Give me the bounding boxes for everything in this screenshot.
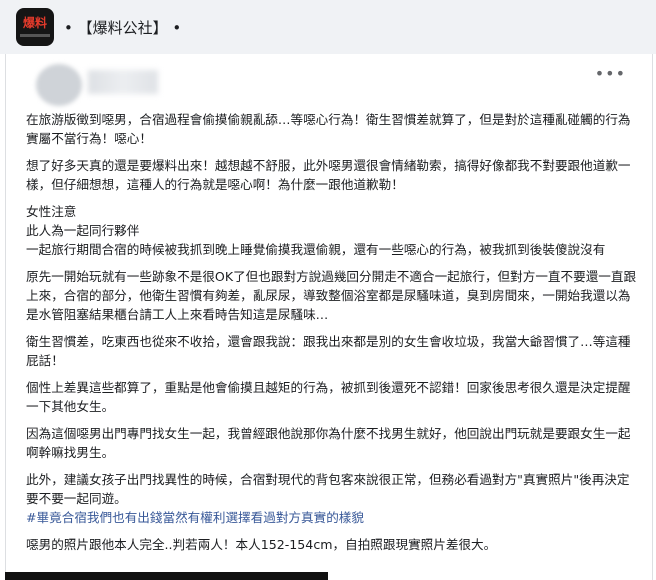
paragraph-last: 噁男的照片跟他本人完全..判若兩人！本人152-154cm，自拍照跟現實照片差很…: [26, 537, 497, 552]
author-avatar[interactable]: [36, 64, 82, 106]
paragraph-4: 原先一開始玩就有一些跡象不是很OK了但也跟對方說過幾回分開走不適合一起旅行，但對…: [26, 269, 637, 322]
post-card: ••• 在旅游版徵到噁男，合宿過程會偷摸偷親亂舔…等噁心行為！衛生習慣差就算了，…: [5, 54, 653, 580]
paragraph-8: 此外，建議女孩子出門找異性的時候，合宿對現代的背包客來說很正常，但務必看過對方"…: [26, 470, 638, 508]
paragraph-5: 衛生習慣差，吃東西也從來不收拾，還會跟我說：跟我出來都是別的女生會收垃圾，我當大…: [26, 334, 631, 368]
post-body: 在旅游版徵到噁男，合宿過程會偷摸偷親亂舔…等噁心行為！衛生習慣差就算了，但是對於…: [26, 110, 638, 562]
paragraph-1: 在旅游版徵到噁男，合宿過程會偷摸偷親亂舔…等噁心行為！衛生習慣差就算了，但是對於…: [26, 112, 631, 146]
source-label[interactable]: • 【爆料公社】 •: [64, 17, 181, 38]
logo-subline: [20, 34, 50, 37]
more-options-icon[interactable]: •••: [595, 64, 626, 83]
paragraph-8-text: 此外，建議女孩子出門找異性的時候，合宿對現代的背包客來說很正常，但務必看過對方"…: [26, 472, 630, 506]
hashtag-link[interactable]: #畢竟合宿我們也有出錢當然有權利選擇看過對方真實的樣貌: [26, 510, 364, 525]
bottom-dark-bar: [5, 572, 328, 580]
hashtag-line: #畢竟合宿我們也有出錢當然有權利選擇看過對方真實的樣貌: [26, 508, 638, 527]
logo-text: 爆料: [22, 16, 47, 30]
author-name-blurred[interactable]: [88, 70, 158, 94]
page-logo[interactable]: 爆料: [16, 8, 54, 46]
paragraph-3: 女性注意 此人為一起同行夥伴 一起旅行期間合宿的時候被我抓到晚上睡覺偷摸我還偷親…: [26, 204, 606, 257]
paragraph-6: 個性上差異這些都算了，重點是他會偷摸且越矩的行為，被抓到後還死不認錯！回家後思考…: [26, 380, 631, 414]
paragraph-2: 想了好多天真的還是要爆料出來！越想越不舒服，此外噁男還很會情緒勒索，搞得好像都我…: [26, 158, 631, 192]
top-bar: 爆料 • 【爆料公社】 •: [0, 0, 656, 54]
paragraph-7: 因為這個噁男出門專門找女生一起，我曾經跟他說那你為什麼不找男生就好，他回說出門玩…: [26, 426, 631, 460]
